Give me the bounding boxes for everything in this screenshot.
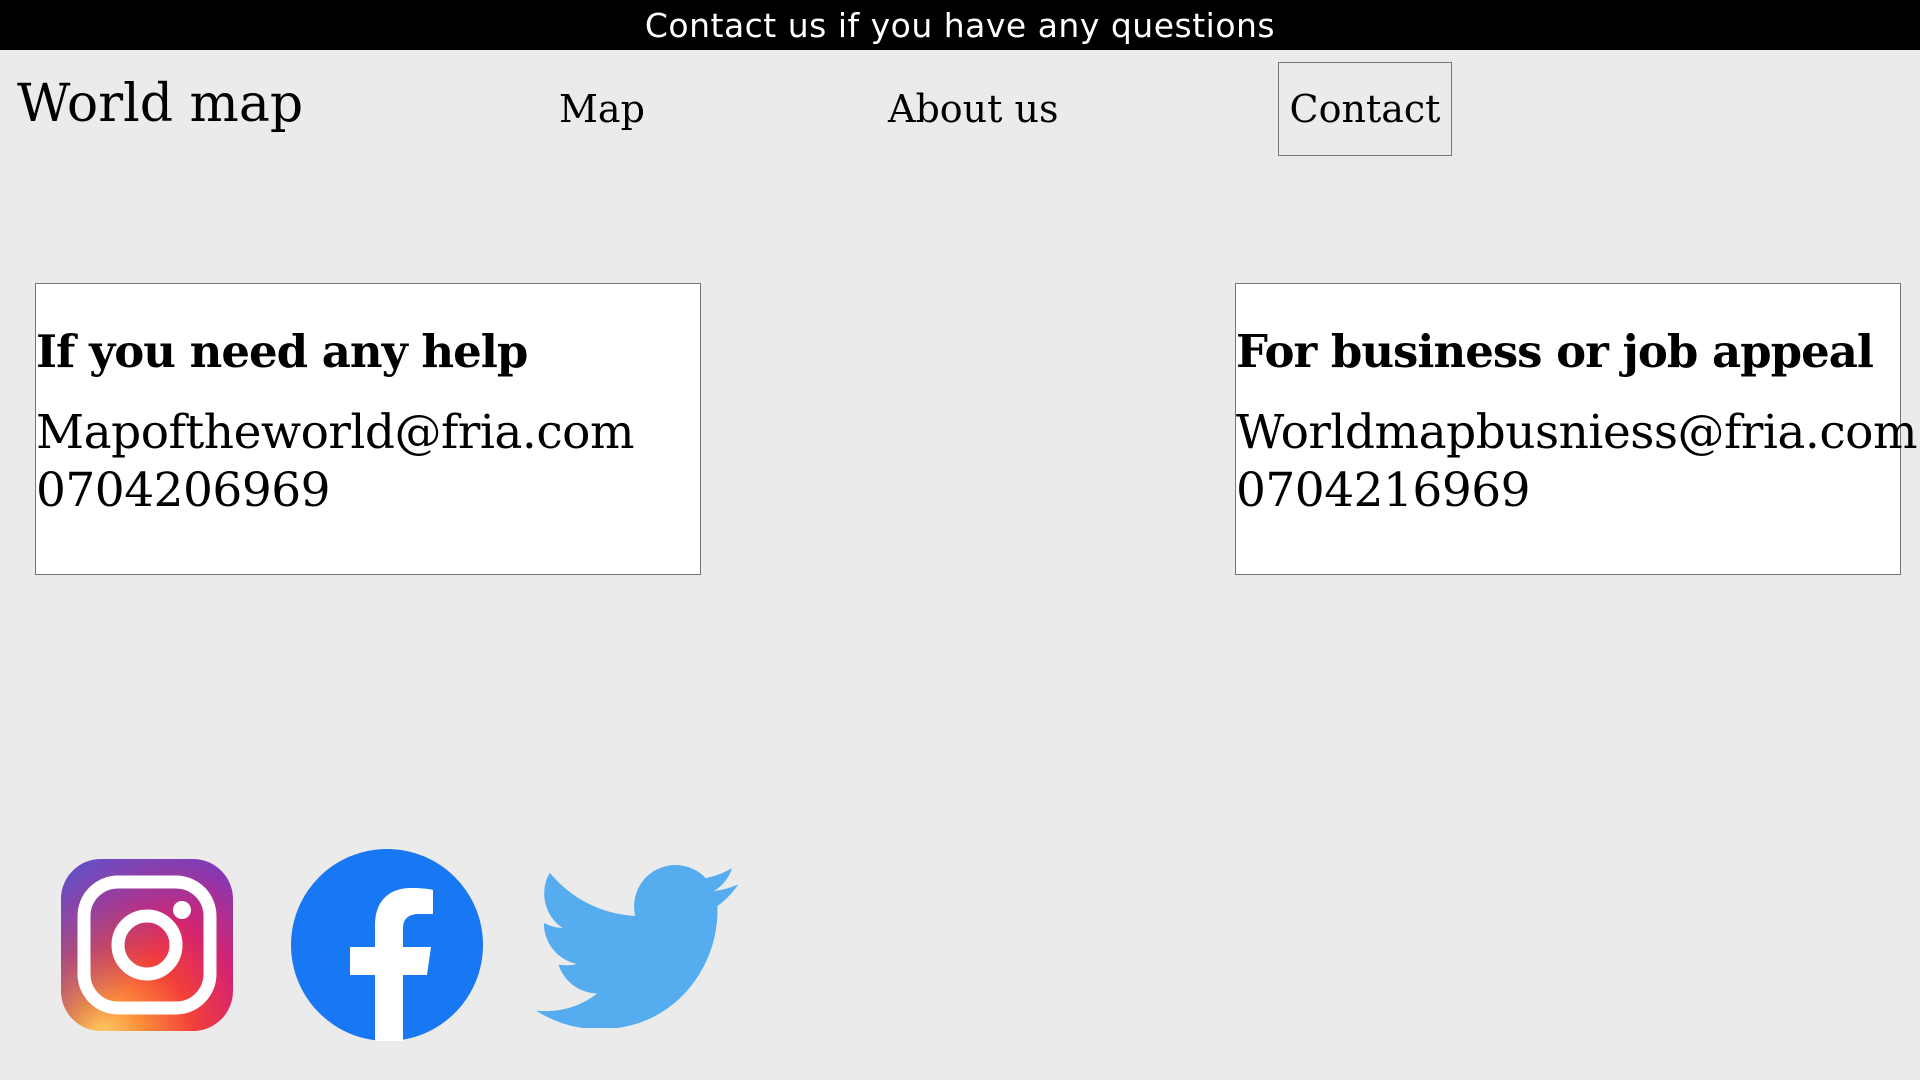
business-contact-card: For business or job appeal Worldmapbusni… — [1235, 283, 1918, 575]
nav-contact-link[interactable]: Contact — [1278, 62, 1452, 156]
business-heading: For business or job appeal — [1236, 325, 1874, 378]
nav-about-link[interactable]: About us — [888, 84, 1058, 134]
contact-banner: Contact us if you have any questions — [0, 0, 1920, 50]
help-heading: If you need any help — [36, 325, 528, 378]
help-phone: 0704206969 — [36, 463, 331, 518]
banner-text: Contact us if you have any questions — [644, 6, 1276, 45]
facebook-icon[interactable] — [291, 849, 483, 1045]
help-email: Mapoftheworld@fria.com — [36, 405, 635, 460]
twitter-icon[interactable] — [536, 862, 738, 1032]
business-phone: 0704216969 — [1236, 463, 1531, 518]
nav-map-link[interactable]: Map — [559, 84, 645, 134]
instagram-icon[interactable] — [61, 859, 233, 1035]
business-email: Worldmapbusniess@fria.com — [1236, 405, 1918, 460]
help-contact-card: If you need any help Mapoftheworld@fria.… — [35, 283, 701, 575]
site-logo[interactable]: World map — [17, 70, 303, 138]
